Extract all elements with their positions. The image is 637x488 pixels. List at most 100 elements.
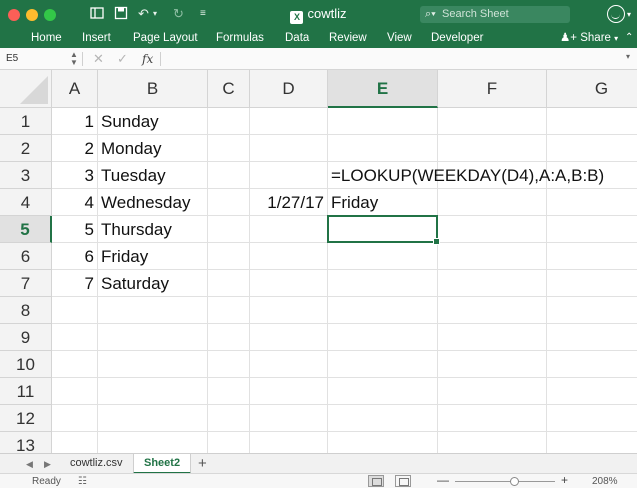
grid-cell[interactable] — [328, 351, 438, 378]
customize-toolbar-icon[interactable]: ≡ — [200, 6, 206, 22]
cell-a1[interactable]: 1 — [52, 108, 98, 135]
cell-e3-formula[interactable]: =LOOKUP(WEEKDAY(D4),A:A,B:B) — [328, 162, 604, 189]
grid-cell[interactable] — [547, 432, 637, 453]
row-header-6[interactable]: 6 — [0, 243, 52, 270]
column-header-e[interactable]: E — [328, 70, 438, 108]
grid-cell[interactable] — [547, 243, 637, 270]
tab-data[interactable]: Data — [285, 31, 309, 45]
zoom-slider[interactable] — [455, 481, 555, 482]
row-header-1[interactable]: 1 — [0, 108, 52, 135]
grid-cell[interactable] — [328, 135, 438, 162]
grid-cell[interactable] — [208, 243, 250, 270]
grid-cell[interactable] — [208, 135, 250, 162]
grid-cell[interactable] — [52, 351, 98, 378]
cell-b6[interactable]: Friday — [98, 243, 208, 270]
grid-cell[interactable] — [438, 324, 547, 351]
grid-cell[interactable] — [208, 324, 250, 351]
grid-cell[interactable] — [98, 324, 208, 351]
grid-cell[interactable] — [438, 189, 547, 216]
column-header-g[interactable]: G — [547, 70, 637, 108]
column-header-b[interactable]: B — [98, 70, 208, 108]
select-all-corner[interactable] — [0, 70, 52, 108]
tab-formulas[interactable]: Formulas — [216, 31, 264, 45]
column-header-d[interactable]: D — [250, 70, 328, 108]
name-box-dropdown-icon[interactable]: ▲ ▼ — [70, 51, 78, 67]
grid-cell[interactable] — [98, 297, 208, 324]
spreadsheet-grid[interactable]: A B C D E F G 1 2 3 4 5 6 7 8 9 10 11 12… — [0, 70, 637, 453]
grid-cell[interactable] — [250, 135, 328, 162]
grid-cell[interactable] — [547, 297, 637, 324]
grid-cell[interactable] — [250, 108, 328, 135]
cell-b1[interactable]: Sunday — [98, 108, 208, 135]
grid-cell[interactable] — [208, 108, 250, 135]
sidebar-toggle-icon[interactable] — [90, 6, 104, 22]
tab-review[interactable]: Review — [329, 31, 367, 45]
expand-formula-bar-icon[interactable]: ▾ — [626, 52, 630, 61]
grid-cell[interactable] — [328, 270, 438, 297]
grid-cell[interactable] — [438, 405, 547, 432]
tab-home[interactable]: Home — [31, 31, 62, 45]
cell-a3[interactable]: 3 — [52, 162, 98, 189]
grid-cell[interactable] — [208, 297, 250, 324]
zoom-out-button[interactable]: — — [437, 474, 449, 487]
zoom-in-button[interactable]: + — [561, 474, 568, 487]
grid-cell[interactable] — [52, 378, 98, 405]
grid-cell[interactable] — [208, 189, 250, 216]
row-header-4[interactable]: 4 — [0, 189, 52, 216]
cell-a4[interactable]: 4 — [52, 189, 98, 216]
grid-cell[interactable] — [547, 270, 637, 297]
grid-cell[interactable] — [208, 405, 250, 432]
cell-a7[interactable]: 7 — [52, 270, 98, 297]
cell-e4[interactable]: Friday — [328, 189, 438, 216]
zoom-slider-thumb[interactable] — [510, 477, 519, 486]
grid-cell[interactable] — [547, 189, 637, 216]
tab-developer[interactable]: Developer — [431, 31, 483, 45]
row-header-9[interactable]: 9 — [0, 324, 52, 351]
grid-cell[interactable] — [52, 432, 98, 453]
cell-a2[interactable]: 2 — [52, 135, 98, 162]
row-header-7[interactable]: 7 — [0, 270, 52, 297]
grid-cell[interactable] — [208, 378, 250, 405]
undo-icon[interactable]: ↶ — [138, 6, 149, 22]
add-sheet-button[interactable]: + — [198, 455, 207, 472]
cell-a6[interactable]: 6 — [52, 243, 98, 270]
collapse-ribbon-icon[interactable]: ⌃ — [625, 31, 633, 45]
share-button[interactable]: ♟+ Share ▾ — [560, 31, 618, 46]
grid-cell[interactable] — [98, 378, 208, 405]
grid-cell[interactable] — [547, 108, 637, 135]
row-header-3[interactable]: 3 — [0, 162, 52, 189]
grid-cell[interactable] — [328, 324, 438, 351]
grid-cell[interactable] — [250, 378, 328, 405]
row-header-10[interactable]: 10 — [0, 351, 52, 378]
grid-cell[interactable] — [208, 162, 250, 189]
grid-cell[interactable] — [52, 324, 98, 351]
grid-cell[interactable] — [547, 405, 637, 432]
column-header-c[interactable]: C — [208, 70, 250, 108]
undo-dropdown-icon[interactable]: ▾ — [153, 6, 157, 22]
cancel-entry-icon[interactable]: ✕ — [93, 51, 104, 67]
grid-cell[interactable] — [98, 405, 208, 432]
search-sheet-input[interactable]: ⌕▾ Search Sheet — [420, 6, 570, 23]
row-header-2[interactable]: 2 — [0, 135, 52, 162]
row-header-11[interactable]: 11 — [0, 378, 52, 405]
active-cell-e5[interactable] — [327, 215, 440, 245]
grid-cell[interactable] — [98, 432, 208, 453]
cell-d4[interactable]: 1/27/17 — [250, 189, 328, 216]
zoom-level[interactable]: 208% — [592, 475, 618, 488]
maximize-window-button[interactable] — [44, 9, 56, 21]
feedback-smiley-icon[interactable] — [607, 5, 625, 23]
grid-cell[interactable] — [52, 405, 98, 432]
previous-sheet-icon[interactable]: ◀ — [26, 457, 33, 471]
grid-cell[interactable] — [547, 351, 637, 378]
grid-cell[interactable] — [250, 351, 328, 378]
grid-cell[interactable] — [328, 432, 438, 453]
normal-view-button[interactable] — [368, 475, 384, 487]
cell-b4[interactable]: Wednesday — [98, 189, 208, 216]
grid-cell[interactable] — [438, 378, 547, 405]
grid-cell[interactable] — [438, 216, 547, 243]
grid-cell[interactable] — [208, 216, 250, 243]
grid-cell[interactable] — [547, 216, 637, 243]
grid-cell[interactable] — [250, 432, 328, 453]
grid-cell[interactable] — [438, 351, 547, 378]
save-icon[interactable] — [114, 6, 128, 22]
